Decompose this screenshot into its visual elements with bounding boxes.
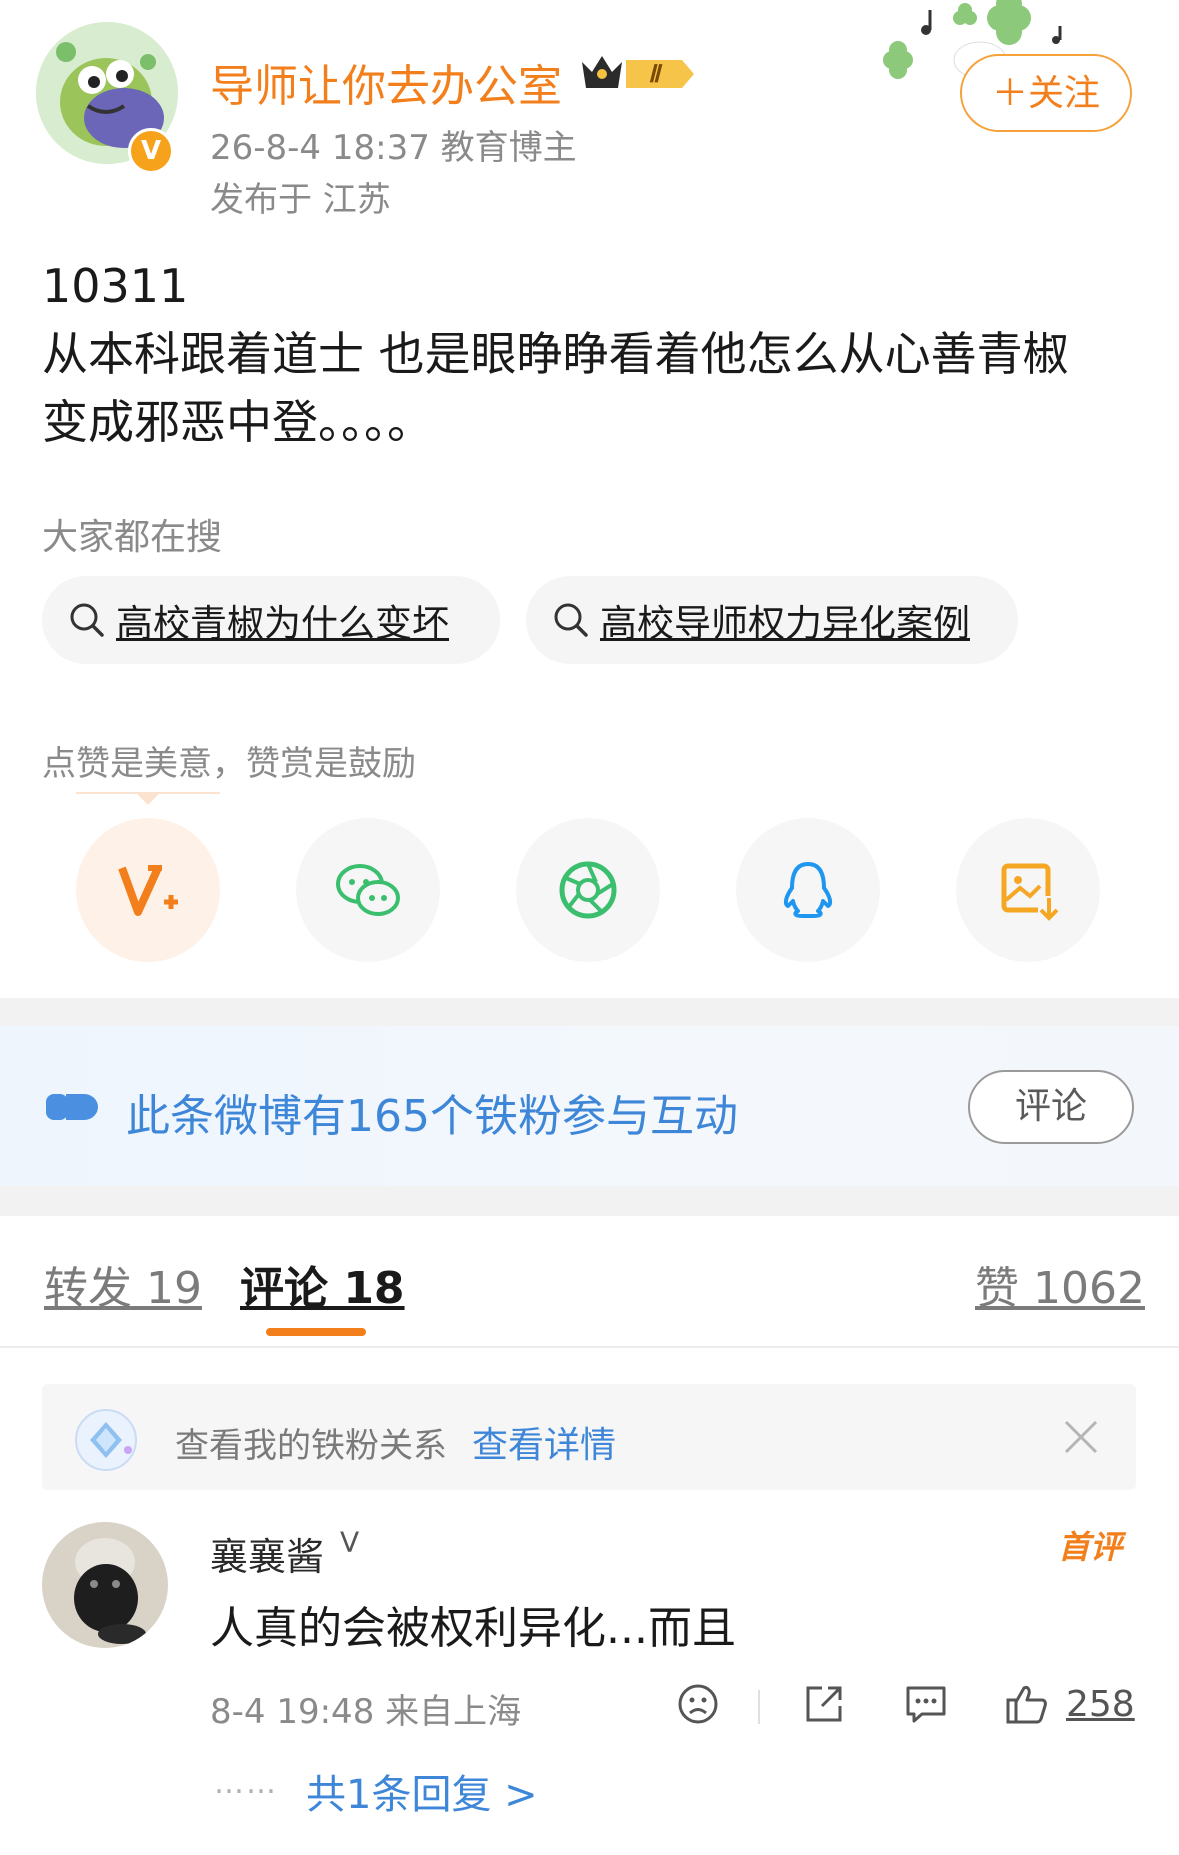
member-mark-icon: ᐯ <box>340 1526 360 1559</box>
verified-badge: V <box>128 128 174 174</box>
post-text-line: 从本科跟着道士 也是眼睁睁看着他怎么从心善青椒 <box>42 327 1069 381</box>
view-replies-link[interactable]: 共1条回复 > <box>306 1762 538 1820</box>
section-divider <box>0 998 1179 1026</box>
tab-forward[interactable]: 转发 19 <box>44 1252 202 1316</box>
share-comment-button[interactable] <box>800 1680 848 1728</box>
save-image-button[interactable] <box>956 818 1100 962</box>
reply-dots: …… <box>214 1766 278 1801</box>
comment-bubble-icon <box>906 1686 946 1723</box>
first-comment-badge: 首评 <box>1058 1528 1123 1566</box>
post-text-line: 变成邪恶中登。。。。 <box>42 395 433 449</box>
hint-arrow <box>136 793 160 805</box>
vplus-icon <box>118 865 178 916</box>
comment-like-count[interactable]: 258 <box>1066 1684 1135 1725</box>
like-comment-button[interactable] <box>1002 1680 1050 1728</box>
share-icon <box>806 1686 842 1722</box>
section-divider <box>0 1186 1179 1216</box>
wechat-share-button[interactable] <box>296 818 440 962</box>
qq-share-button[interactable] <box>736 818 880 962</box>
comment-meta: 8-4 19:48 来自上海 <box>210 1692 522 1732</box>
moments-icon <box>559 861 617 919</box>
follow-button[interactable]: ＋关注 <box>960 54 1132 132</box>
comment-text[interactable]: 人真的会被权利异化...而且 <box>210 1592 736 1656</box>
sad-face-icon <box>678 1684 718 1724</box>
post-time-role: 26-8-4 18:37 教育博主 <box>210 128 577 168</box>
tab-comments[interactable]: 评论 18 <box>240 1252 405 1316</box>
reward-hint: 点赞是美意，赞赏是鼓励 <box>42 744 416 784</box>
fan-badge-icon <box>44 1088 98 1126</box>
close-icon[interactable] <box>1062 1418 1100 1456</box>
thumbs-up-icon <box>1006 1686 1047 1724</box>
qq-icon <box>783 862 833 918</box>
search-chip-label: 高校青椒为什么变坏 <box>116 602 449 645</box>
post-location: 发布于 江苏 <box>210 180 391 220</box>
dislike-button[interactable] <box>674 1680 722 1728</box>
tab-divider <box>0 1346 1179 1348</box>
search-icon <box>70 603 104 637</box>
search-chip-label: 高校导师权力异化案例 <box>600 602 970 645</box>
commenter-name[interactable]: 襄襄酱 <box>210 1526 324 1581</box>
wechat-icon <box>336 864 400 916</box>
fan-relation-text: 查看我的铁粉关系 <box>175 1426 447 1466</box>
reply-button[interactable] <box>902 1680 950 1728</box>
moments-share-button[interactable] <box>516 818 660 962</box>
view-details-link[interactable]: 查看详情 <box>472 1416 616 1468</box>
crown-level-badge[interactable]: Ⅱ <box>578 50 698 96</box>
vplus-share-button[interactable] <box>76 818 220 962</box>
post-text: 10311 从本科跟着道士 也是眼睁睁看着他怎么从心善青椒 变成邪恶中登。。。。 <box>42 252 1142 456</box>
action-divider <box>758 1690 760 1724</box>
active-tab-indicator <box>266 1328 366 1336</box>
search-chip[interactable]: 高校青椒为什么变坏 <box>42 576 500 664</box>
trending-search-header: 大家都在搜 <box>42 517 223 558</box>
comment-button[interactable]: 评论 <box>968 1070 1134 1144</box>
fan-interaction-text: 此条微博有165个铁粉参与互动 <box>126 1091 738 1142</box>
post-text-line: 10311 <box>42 259 189 313</box>
tab-likes[interactable]: 赞 1062 <box>975 1252 1145 1316</box>
save-image-icon <box>1001 863 1060 922</box>
commenter-avatar[interactable] <box>42 1522 168 1648</box>
diamond-icon <box>70 1404 142 1476</box>
search-chip[interactable]: 高校导师权力异化案例 <box>526 576 1018 664</box>
search-icon <box>554 603 588 637</box>
author-name[interactable]: 导师让你去办公室 <box>210 50 562 114</box>
